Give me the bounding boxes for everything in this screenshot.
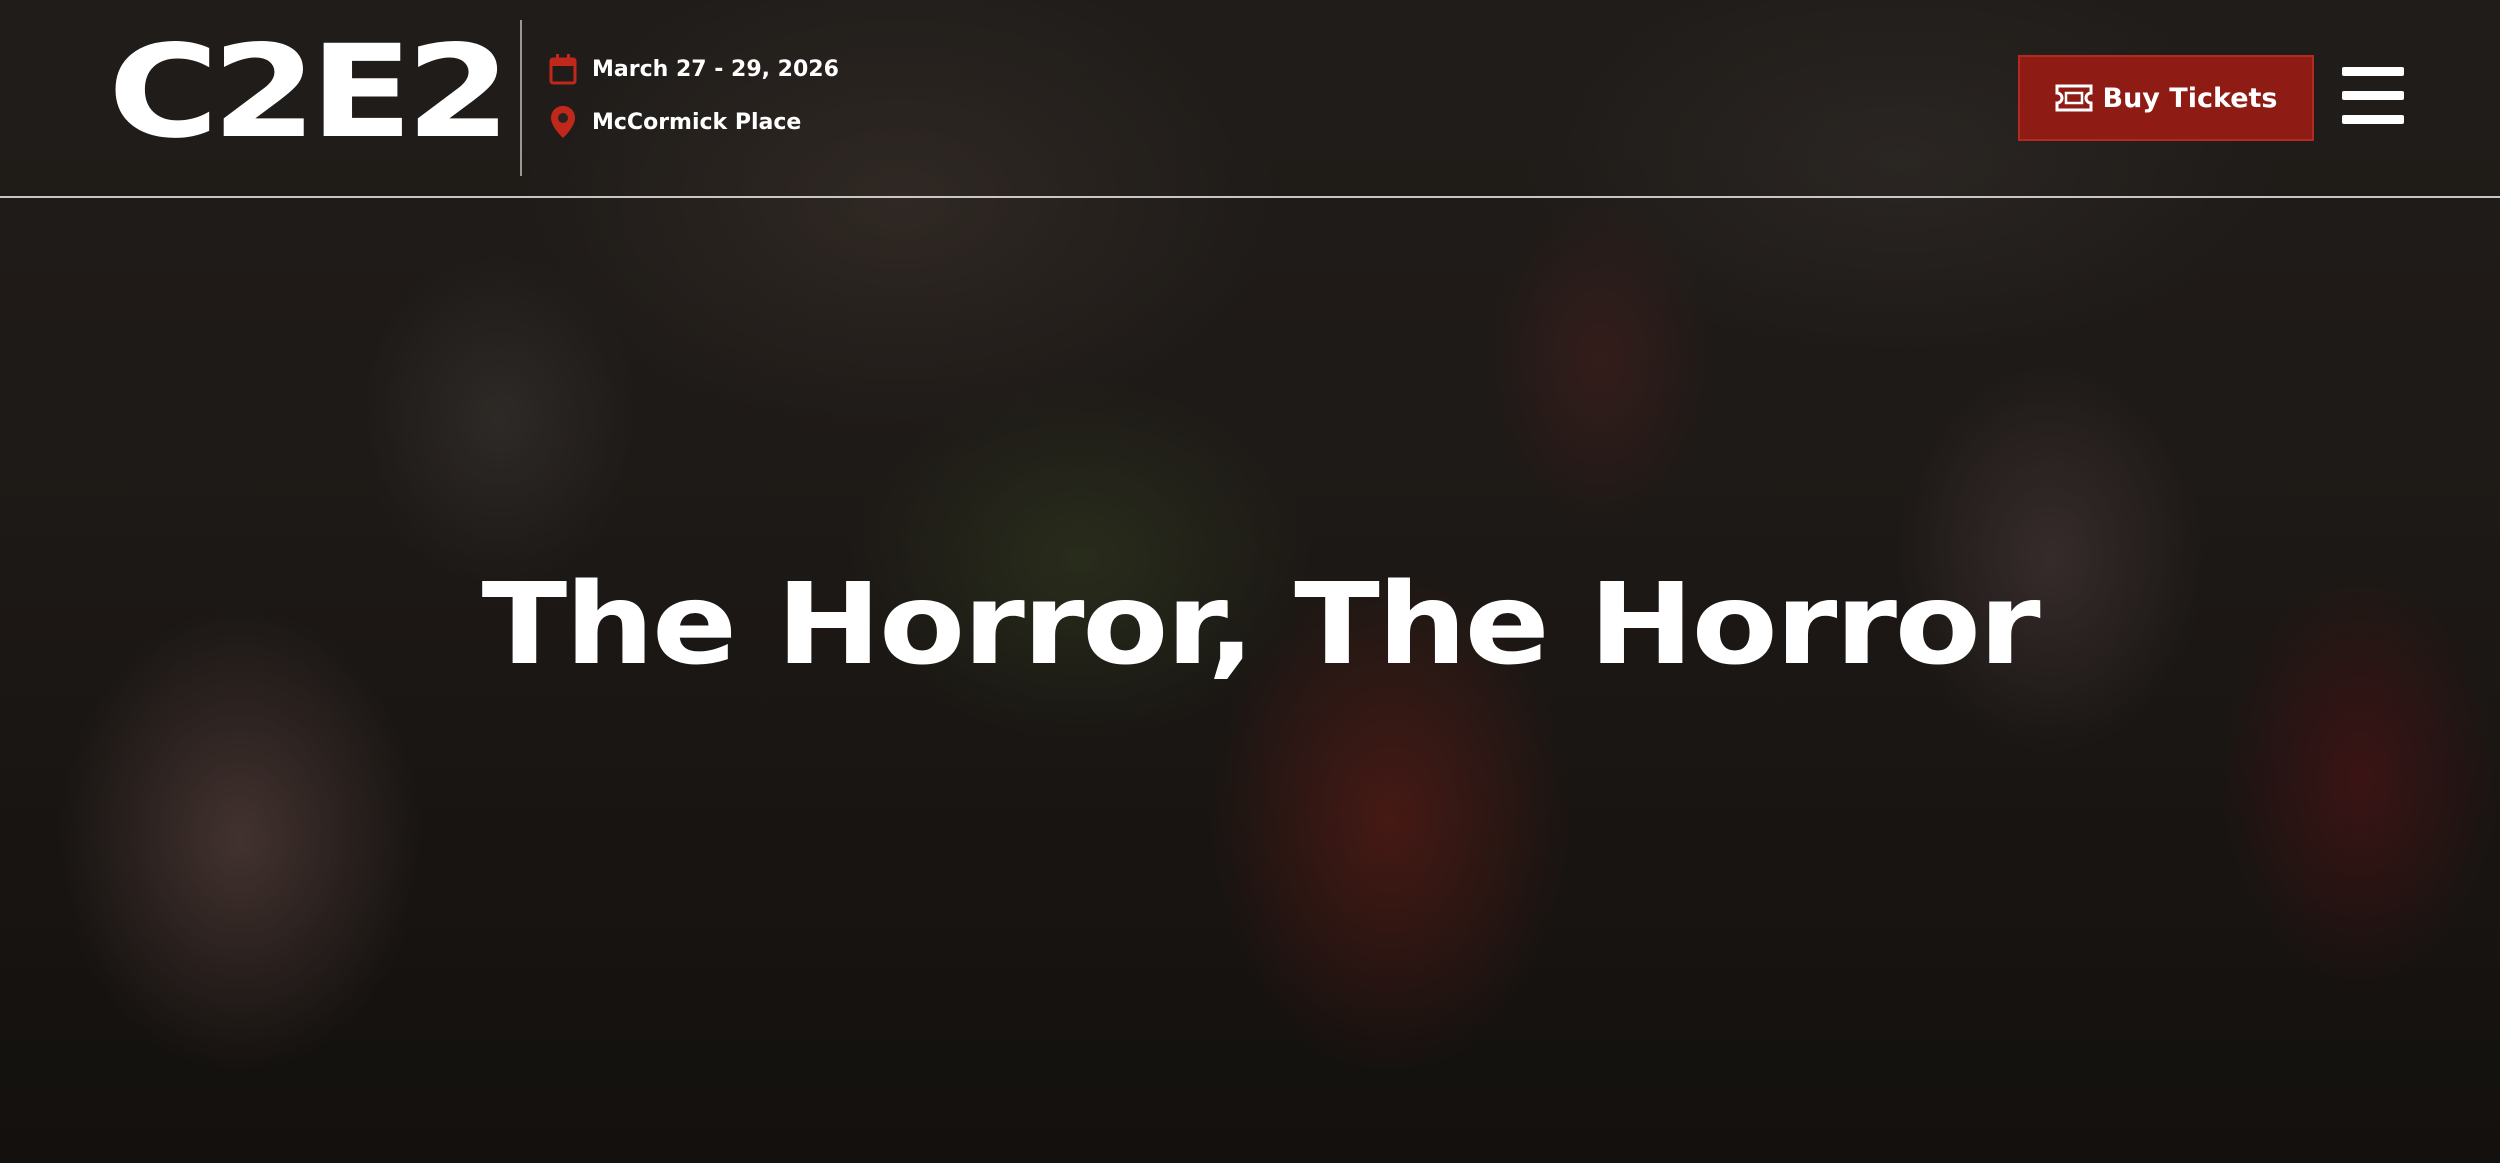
c2e2-logo[interactable]: C2E2: [108, 18, 511, 168]
buy-tickets-button[interactable]: Buy Tickets: [2018, 55, 2314, 141]
logo-text: C2E2: [108, 18, 511, 167]
event-date: March 27 - 29, 2026: [592, 56, 839, 82]
site-header: C2E2 ™ March 27 - 29, 2026 McCormick Pla…: [0, 0, 2500, 198]
header-divider: [520, 20, 522, 176]
menu-bar-middle: [2342, 91, 2404, 100]
event-info: March 27 - 29, 2026 McCormick Place: [548, 50, 839, 156]
buy-tickets-label: Buy Tickets: [2102, 82, 2278, 114]
event-location: McCormick Place: [592, 109, 802, 135]
menu-bar-bottom: [2342, 115, 2404, 124]
ticket-icon: [2055, 83, 2093, 113]
logo-trademark: ™: [376, 130, 386, 141]
event-location-row: McCormick Place: [548, 103, 839, 141]
map-pin-icon: [548, 105, 578, 139]
hamburger-menu-icon[interactable]: [2342, 67, 2404, 125]
hero-section: C2E2 ™ March 27 - 29, 2026 McCormick Pla…: [0, 0, 2500, 1163]
calendar-icon: [548, 52, 578, 86]
hero-title: The Horror, The Horror: [481, 560, 2041, 690]
event-date-row: March 27 - 29, 2026: [548, 50, 839, 88]
menu-bar-top: [2342, 67, 2404, 76]
